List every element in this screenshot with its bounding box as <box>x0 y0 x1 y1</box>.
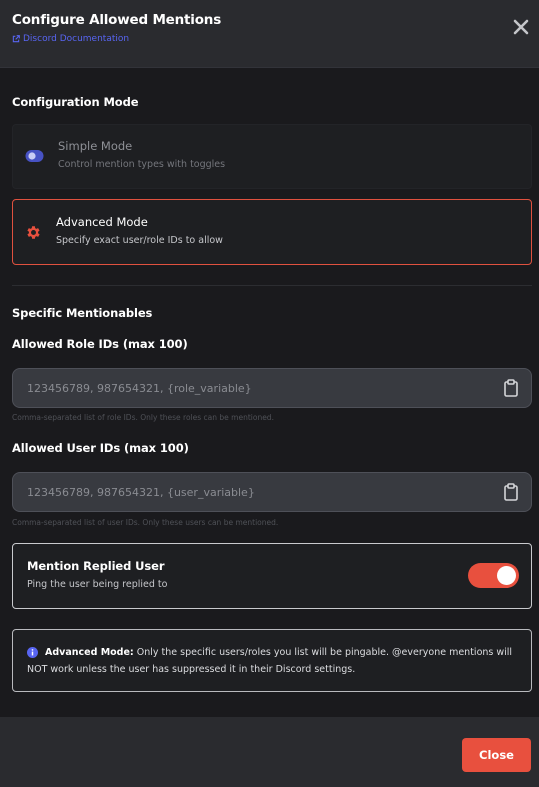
mention-replied-user-title: Mention Replied User <box>27 559 165 573</box>
modal-title: Configure Allowed Mentions <box>12 12 222 28</box>
allowed-user-ids-hint: Comma-separated list of user IDs. Only t… <box>12 518 279 527</box>
discord-documentation-link[interactable]: Discord Documentation <box>12 34 129 44</box>
advanced-mode-option[interactable]: Advanced Mode Specify exact user/role ID… <box>12 199 532 265</box>
discord-documentation-label: Discord Documentation <box>23 34 130 44</box>
configuration-mode-heading: Configuration Mode <box>12 95 139 109</box>
modal-body: Configuration Mode Simple Mode Control m… <box>0 68 539 717</box>
clipboard-icon[interactable] <box>503 483 519 501</box>
mention-replied-user-toggle[interactable] <box>468 563 519 588</box>
specific-mentionables-heading: Specific Mentionables <box>12 306 153 320</box>
external-link-icon <box>12 35 20 43</box>
allowed-role-ids-hint: Comma-separated list of role IDs. Only t… <box>12 413 274 422</box>
advanced-mode-description: Specify exact user/role IDs to allow <box>56 235 223 246</box>
modal-header: Configure Allowed Mentions Discord Docum… <box>0 0 539 68</box>
allowed-user-ids-field[interactable] <box>27 473 487 511</box>
toggle-knob <box>497 566 516 585</box>
mention-replied-user-card: Mention Replied User Ping the user being… <box>12 543 532 609</box>
allowed-user-ids-label: Allowed User IDs (max 100) <box>12 441 189 455</box>
mention-replied-user-description: Ping the user being replied to <box>27 579 168 590</box>
info-bold-label: Advanced Mode: <box>45 647 134 658</box>
advanced-mode-title: Advanced Mode <box>56 215 148 229</box>
allowed-role-ids-input[interactable] <box>12 368 532 408</box>
close-icon[interactable] <box>511 17 531 37</box>
allowed-role-ids-label: Allowed Role IDs (max 100) <box>12 337 188 351</box>
section-divider <box>12 285 532 286</box>
gear-icon <box>27 226 40 239</box>
modal-footer: Close <box>0 717 539 787</box>
allowed-role-ids-field[interactable] <box>27 369 487 407</box>
close-button[interactable]: Close <box>462 738 531 772</box>
toggle-icon <box>25 150 44 162</box>
simple-mode-description: Control mention types with toggles <box>58 159 226 170</box>
advanced-mode-info: Advanced Mode: Only the specific users/r… <box>12 629 532 692</box>
info-text: Advanced Mode: Only the specific users/r… <box>27 644 523 678</box>
simple-mode-title: Simple Mode <box>58 139 133 153</box>
allowed-user-ids-input[interactable] <box>12 472 532 512</box>
clipboard-icon[interactable] <box>503 379 519 397</box>
simple-mode-option[interactable]: Simple Mode Control mention types with t… <box>12 124 532 189</box>
